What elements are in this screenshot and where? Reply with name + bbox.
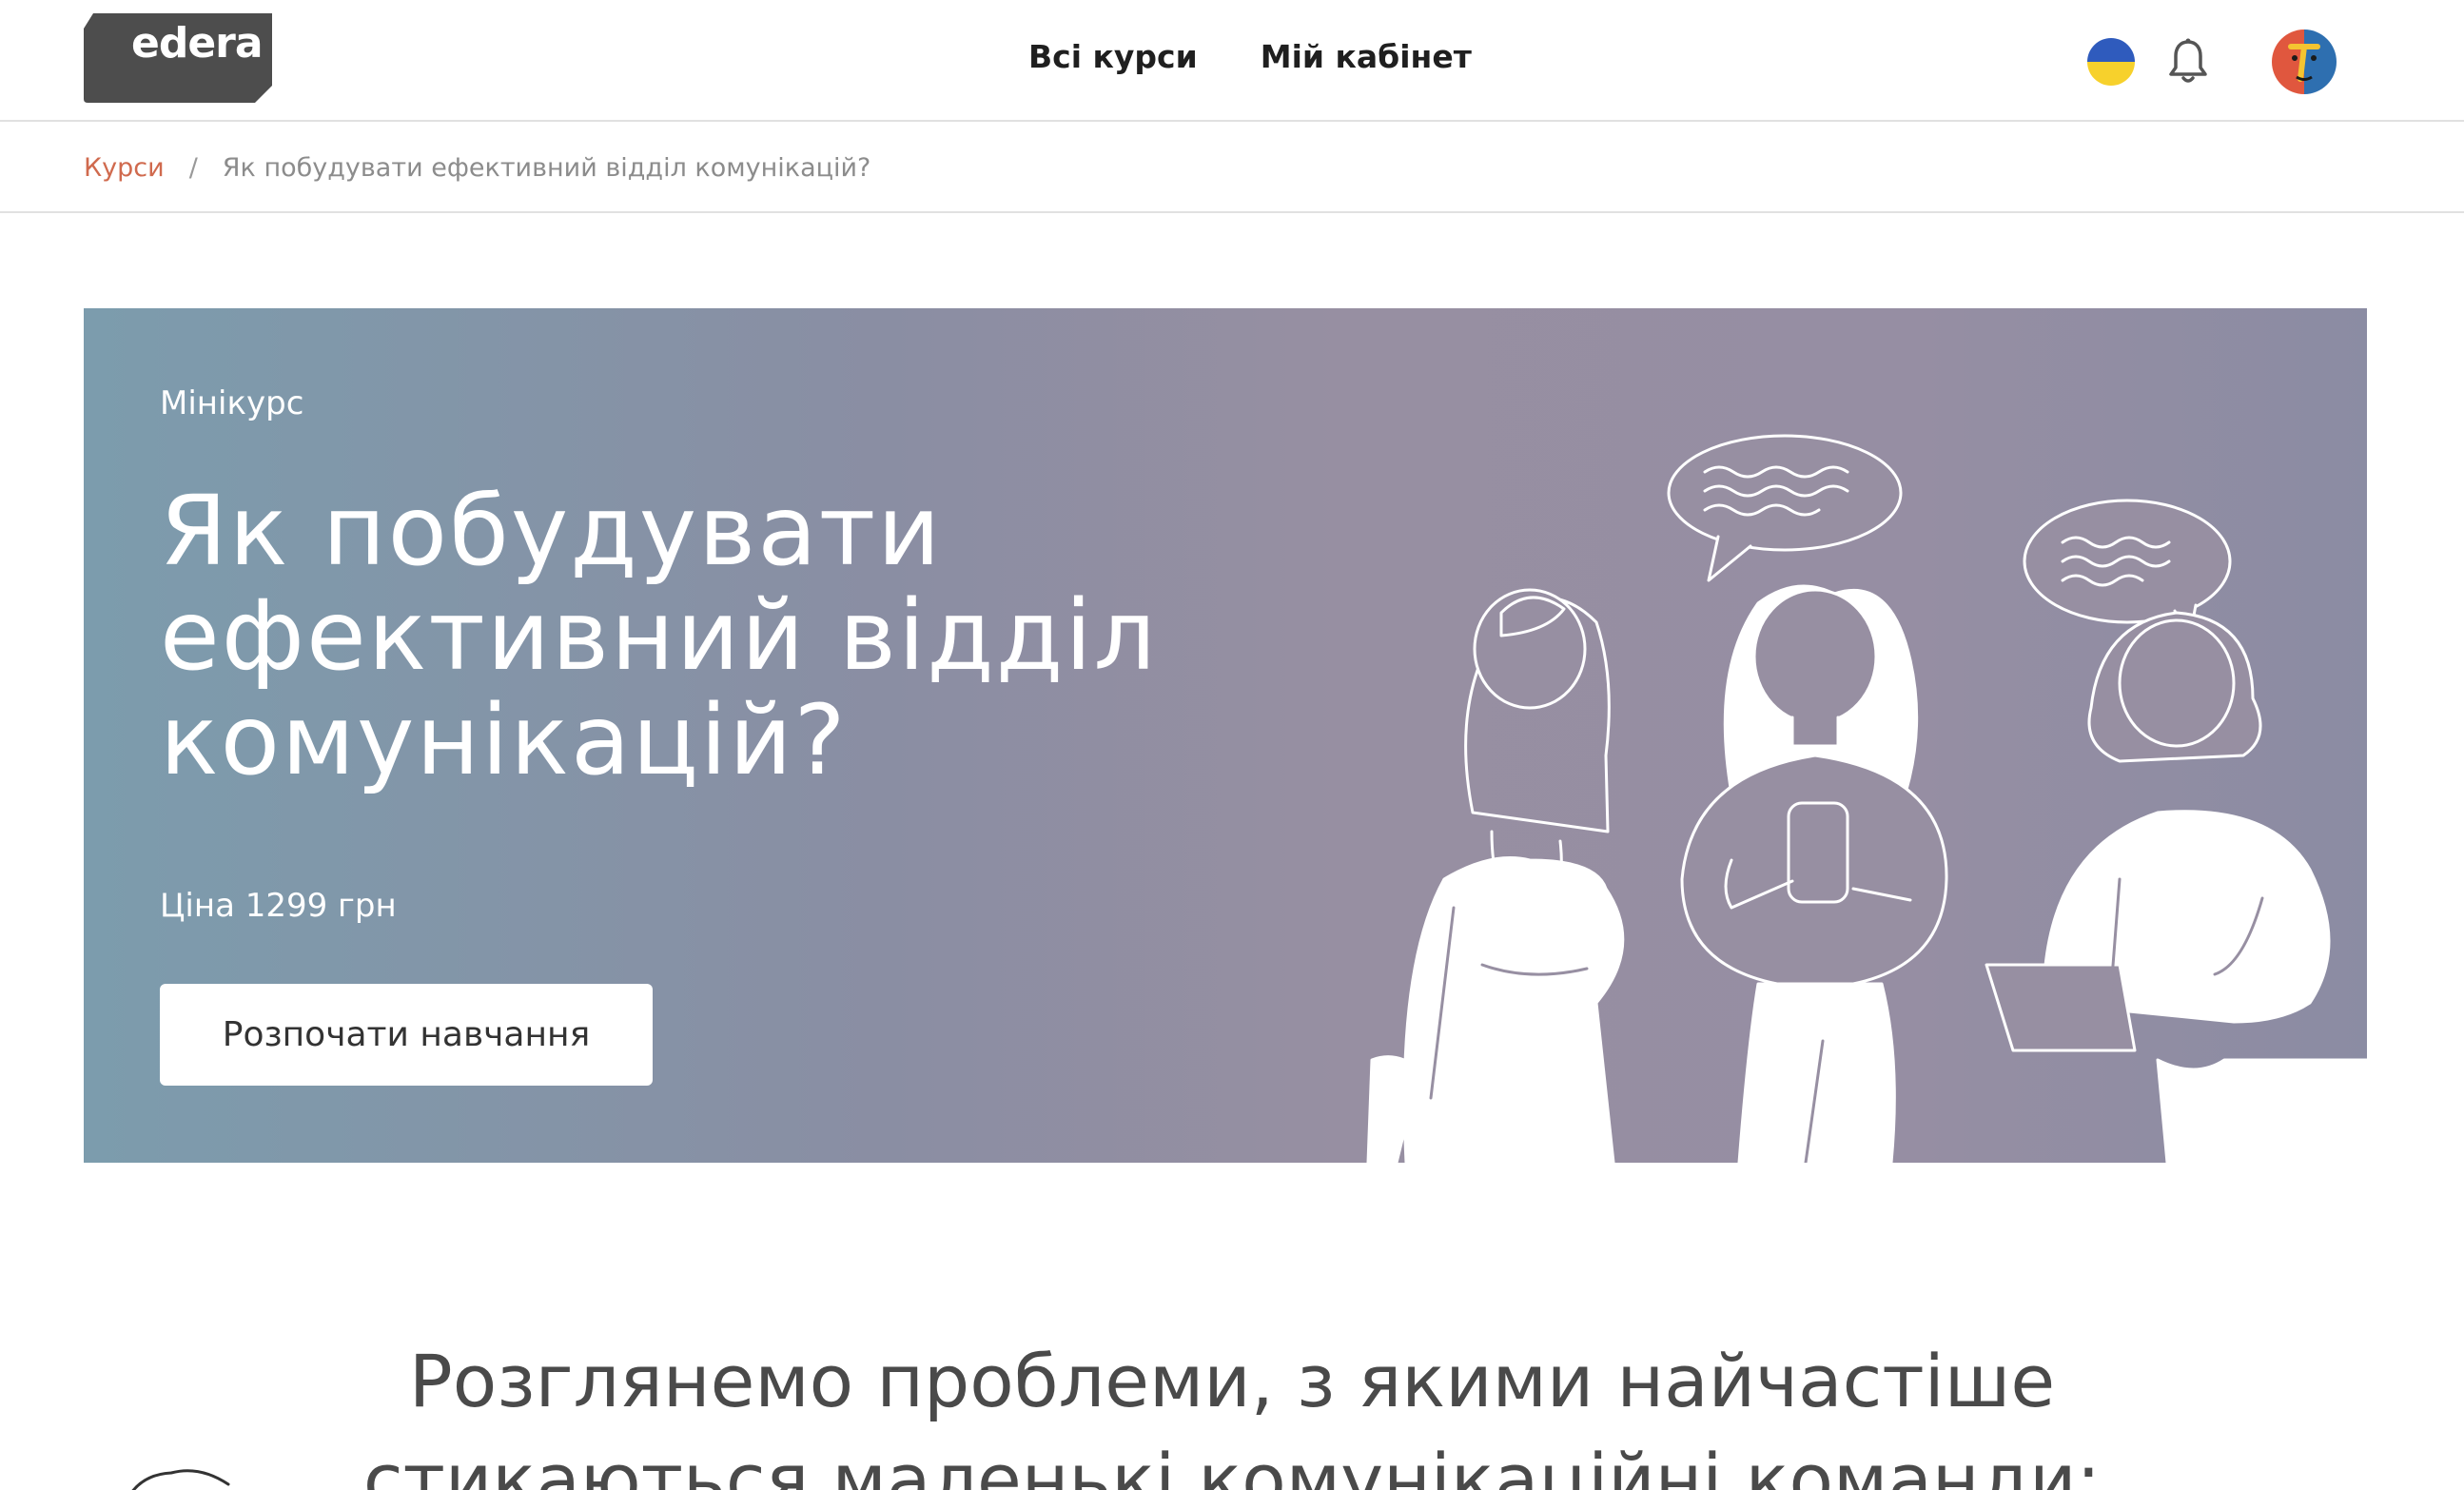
decorative-doodle (131, 1469, 230, 1490)
ukraine-flag-icon[interactable] (2087, 38, 2135, 86)
team-illustration (1366, 434, 2367, 1163)
breadcrumb-link-courses[interactable]: Курси (84, 153, 165, 183)
logo-text: edera (131, 19, 264, 68)
course-title: Як побудувати ефективний відділ комуніка… (160, 475, 1158, 797)
nav-my-cabinet[interactable]: Мій кабінет (1261, 38, 1472, 75)
user-avatar[interactable] (2272, 29, 2337, 94)
breadcrumb-separator: / (188, 152, 198, 183)
course-hero-banner: Мінікурс Як побудувати ефективний відділ… (84, 308, 2367, 1163)
bell-icon[interactable] (2167, 38, 2209, 86)
main-nav: Всі курси Мій кабінет (1028, 38, 1472, 75)
start-learning-button[interactable]: Розпочати навчання (160, 984, 653, 1086)
breadcrumb-current: Як побудувати ефективний відділ комуніка… (222, 152, 871, 183)
site-header: edera Всі курси Мій кабінет (0, 0, 2464, 122)
course-price: Ціна 1299 грн (160, 887, 397, 925)
nav-all-courses[interactable]: Всі курси (1028, 38, 1198, 75)
edera-logo[interactable]: edera (84, 13, 272, 103)
page: edera Всі курси Мій кабінет Курси / Як п… (0, 0, 2464, 1490)
course-type-label: Мінікурс (160, 384, 304, 422)
breadcrumb: Курси / Як побудувати ефективний відділ … (0, 124, 2464, 213)
section-heading: Розглянемо проблеми, з якими найчастіше … (362, 1339, 2102, 1490)
